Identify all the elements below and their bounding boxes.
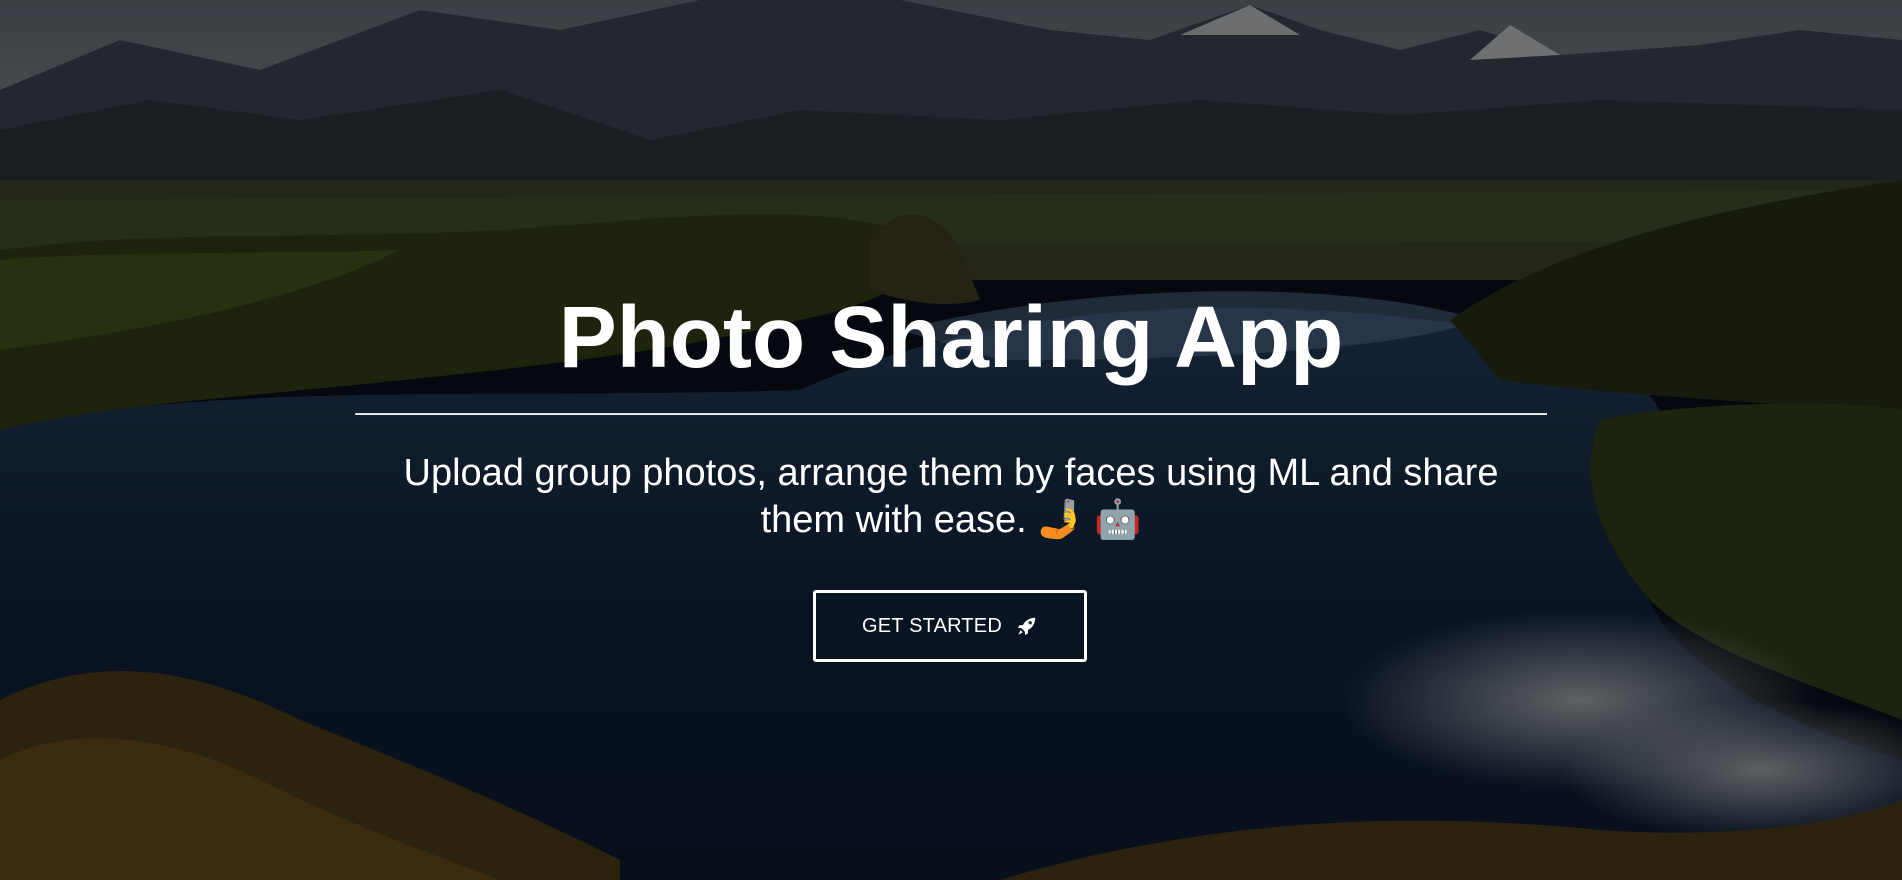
get-started-label: GET STARTED bbox=[861, 614, 1002, 637]
hero-subtitle: Upload group photos, arrange them by fac… bbox=[0, 450, 1902, 543]
hero-section: Photo Sharing App Upload group photos, a… bbox=[0, 0, 1902, 880]
get-started-button[interactable]: GET STARTED bbox=[813, 590, 1087, 662]
dark-overlay bbox=[0, 0, 1902, 880]
robot-icon: 🤖 bbox=[1094, 497, 1142, 541]
selfie-icon: 🤳 bbox=[1036, 497, 1085, 541]
rocket-icon bbox=[1016, 615, 1038, 637]
title-divider bbox=[355, 413, 1547, 415]
subtitle-text: Upload group photos, arrange them by fac… bbox=[403, 452, 1499, 541]
page-title: Photo Sharing App bbox=[558, 289, 1344, 386]
